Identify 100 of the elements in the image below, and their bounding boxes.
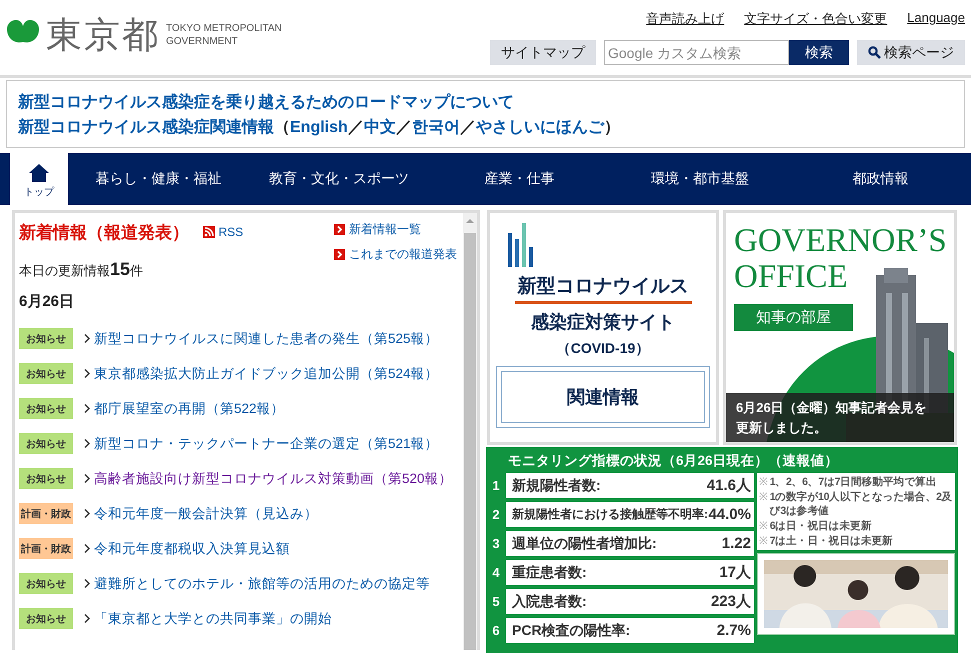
category-tag: お知らせ xyxy=(19,328,73,349)
notice-link[interactable]: やさしいにほんご xyxy=(476,119,604,136)
search-page-button[interactable]: 検索ページ xyxy=(857,40,965,65)
category-tag: お知らせ xyxy=(19,573,73,594)
chevron-icon xyxy=(83,473,91,484)
logo-text: 東京都 xyxy=(46,17,160,53)
news-link[interactable]: 新着情報一覧 xyxy=(334,221,457,238)
chevron-icon xyxy=(83,543,91,554)
news-link[interactable]: 東京都感染拡大防止ガイドブック追加公開（第524報） xyxy=(94,364,439,382)
chevron-icon xyxy=(334,224,345,235)
utility-link[interactable]: 文字サイズ・色合い変更 xyxy=(744,10,888,28)
note-mark: ※ xyxy=(759,534,768,548)
news-link[interactable]: 令和元年度一般会計決算（見込み） xyxy=(94,504,318,522)
notice-link[interactable]: 中文 xyxy=(364,119,396,136)
chevron-icon xyxy=(83,578,91,589)
news-link[interactable]: 「東京都と大学との共同事業」の開始 xyxy=(94,610,332,628)
indicator-label: 新規陽性者数: xyxy=(512,476,601,494)
punctuation: ） xyxy=(604,119,620,136)
indicator-value: 17人 xyxy=(719,563,751,582)
chevron-icon xyxy=(83,613,91,624)
logo-subtitle: GOVERNMENT xyxy=(166,35,239,48)
date-heading: 6月26日 xyxy=(19,292,76,311)
search-button[interactable]: 検索 xyxy=(789,40,849,65)
note-mark: ※ xyxy=(759,475,768,489)
indicator-label: 新規陽性者における接触歴等不明率: xyxy=(512,506,708,523)
row-number: 5 xyxy=(491,594,501,609)
indicator-label: 重症患者数: xyxy=(512,564,587,582)
notice-link[interactable]: 新型コロナウイルス感染症関連情報 xyxy=(18,119,274,136)
row-number: 6 xyxy=(491,623,501,638)
home-tab[interactable]: トップ xyxy=(10,153,68,205)
note-text: 6は日・祝日は未更新 xyxy=(770,519,872,533)
panel-title: モニタリング指標の状況（6月26日現在）（速報値） xyxy=(507,452,840,470)
update-label: 本日の更新情報 xyxy=(19,262,110,280)
category-tag: お知らせ xyxy=(19,608,73,629)
row-number: 2 xyxy=(491,507,501,522)
note-mark: ※ xyxy=(759,490,768,505)
sitemap-button[interactable]: サイトマップ xyxy=(490,40,596,65)
related-info-button[interactable]: 関連情報 xyxy=(496,366,710,428)
punctuation: ／ xyxy=(460,119,476,136)
chevron-icon xyxy=(83,368,91,379)
governor-room-badge: 知事の部屋 xyxy=(734,304,853,331)
category-tag: お知らせ xyxy=(19,398,73,419)
category-tag: お知らせ xyxy=(19,433,73,454)
note-text: 1の数字が10人以下となった場合、2及び3は参考値 xyxy=(770,490,953,518)
notice-link[interactable]: 新型コロナウイルス感染症を乗り越えるためのロードマップについて xyxy=(18,94,514,111)
note-mark: ※ xyxy=(759,519,768,533)
news-link[interactable]: 避難所としてのホテル・旅館等の活用のための協定等 xyxy=(94,574,430,592)
banner-title: OFFICE xyxy=(734,259,848,295)
news-link[interactable]: 都庁展望室の再開（第522報） xyxy=(94,400,285,418)
search-field[interactable]: Google カスタム検索 xyxy=(604,40,789,65)
nav-tab[interactable]: 暮らし・健康・福祉 xyxy=(68,153,249,205)
banner-subtitle: 感染症対策サイト xyxy=(531,311,675,334)
scrollbar[interactable] xyxy=(463,213,477,650)
news-link[interactable]: 新型コロナ・テックパートナー企業の選定（第521報） xyxy=(94,434,439,452)
category-tag: 計画・財政 xyxy=(19,503,73,524)
nav-tab[interactable]: 都政情報 xyxy=(790,153,971,205)
note-text: 1、2、6、7は7日間移動平均で算出 xyxy=(770,475,937,489)
news-link[interactable]: 令和元年度都税収入決算見込額 xyxy=(94,540,290,558)
row-number: 4 xyxy=(491,565,501,580)
banner-title: 新型コロナウイルス xyxy=(514,273,692,304)
banner-title: GOVERNOR’S xyxy=(734,223,947,259)
nav-tab[interactable]: 教育・文化・スポーツ xyxy=(248,153,430,205)
scroll-up-icon[interactable] xyxy=(465,218,475,224)
news-caption[interactable]: 6月26日（金曜）知事記者会見を更新しました。 xyxy=(726,393,954,442)
category-tag: 計画・財政 xyxy=(19,538,73,559)
update-unit: 件 xyxy=(130,262,144,280)
indicator-value: 44.0% xyxy=(708,506,751,523)
indicator-value: 41.6人 xyxy=(706,476,751,495)
chevron-icon xyxy=(334,249,345,260)
chevron-icon xyxy=(83,403,91,414)
news-link[interactable]: 新型コロナウイルスに関連した患者の発生（第525報） xyxy=(94,330,439,348)
indicator-value: 1.22 xyxy=(722,535,751,552)
utility-link[interactable]: 音声読み上げ xyxy=(646,10,724,28)
punctuation: ／ xyxy=(348,119,364,136)
nav-tab[interactable]: 産業・仕事 xyxy=(429,153,610,205)
banner-note: （COVID-19） xyxy=(556,340,650,358)
category-tag: お知らせ xyxy=(19,363,73,384)
punctuation: ／ xyxy=(396,119,412,136)
indicator-label: 週単位の陽性者増加比: xyxy=(512,534,657,552)
rss-icon xyxy=(203,226,216,238)
notice-link[interactable]: English xyxy=(290,119,348,136)
section-title: 新着情報（報道発表） xyxy=(19,223,189,242)
utility-link[interactable]: Language xyxy=(907,10,965,28)
chevron-icon xyxy=(83,333,91,344)
update-count: 15 xyxy=(110,259,130,280)
news-link[interactable]: 高齢者施設向け新型コロナウイルス対策動画（第520報） xyxy=(94,470,453,488)
row-number: 1 xyxy=(491,478,501,493)
nav-tab[interactable]: 環境・都市基盤 xyxy=(610,153,790,205)
row-number: 3 xyxy=(491,536,501,551)
logo-subtitle: TOKYO METROPOLITAN xyxy=(166,22,282,35)
chevron-icon xyxy=(83,508,91,519)
rss-link[interactable]: RSS xyxy=(203,225,244,239)
chevron-icon xyxy=(83,438,91,449)
indicator-value: 2.7% xyxy=(716,622,751,639)
indicator-label: 入院患者数: xyxy=(512,592,587,610)
house-icon xyxy=(28,162,50,182)
news-link[interactable]: これまでの報道発表 xyxy=(334,246,457,263)
notice-link[interactable]: 한국어 xyxy=(412,119,460,136)
search-icon xyxy=(868,46,881,59)
punctuation: （ xyxy=(274,119,290,136)
